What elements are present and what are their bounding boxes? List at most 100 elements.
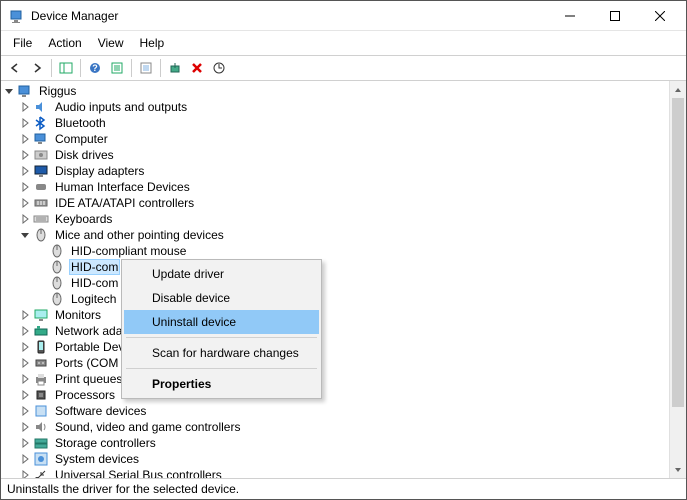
expand-collapse-icon[interactable] [17,387,33,403]
mouse-icon [49,275,65,291]
expand-collapse-icon[interactable] [17,211,33,227]
close-button[interactable] [637,1,682,30]
tree-node-label: Disk drives [53,148,116,162]
expand-collapse-icon[interactable] [17,451,33,467]
properties-button[interactable] [107,58,127,78]
expand-collapse-icon[interactable] [17,339,33,355]
audio-icon [33,99,49,115]
expand-collapse-icon[interactable] [17,195,33,211]
minimize-button[interactable] [547,1,592,30]
tree-node[interactable]: System devices [1,451,669,467]
expand-collapse-icon[interactable] [17,179,33,195]
enable-device-button[interactable] [165,58,185,78]
tree-leaf[interactable]: HID-com [1,259,669,275]
menu-view[interactable]: View [90,33,132,53]
tree-node[interactable]: Universal Serial Bus controllers [1,467,669,478]
uninstall-device-button[interactable] [187,58,207,78]
keyboard-icon [33,211,49,227]
expand-collapse-icon[interactable] [17,307,33,323]
context-menu-item[interactable]: Update driver [124,262,319,286]
sound-icon [33,419,49,435]
window-title: Device Manager [31,9,547,23]
tree-node[interactable]: Keyboards [1,211,669,227]
tree-node[interactable]: Mice and other pointing devices [1,227,669,243]
tree-root[interactable]: Riggus [1,83,669,99]
tree-node[interactable]: Monitors [1,307,669,323]
tree-node-label: IDE ATA/ATAPI controllers [53,196,196,210]
toolbar-separator [131,59,132,77]
expand-collapse-icon[interactable] [17,227,33,243]
tree-leaf-label: HID-com [69,276,120,290]
tree-node[interactable]: Human Interface Devices [1,179,669,195]
context-menu-item[interactable]: Scan for hardware changes [124,341,319,365]
maximize-button[interactable] [592,1,637,30]
menu-action[interactable]: Action [40,33,89,53]
scroll-down-button[interactable] [670,461,686,478]
tree-node[interactable]: Ports (COM & [1,355,669,371]
scrollbar-track[interactable] [670,98,686,461]
tree-leaf[interactable]: HID-com [1,275,669,291]
help-button[interactable]: ? [85,58,105,78]
tree-node[interactable]: Sound, video and game controllers [1,419,669,435]
context-menu-separator [126,337,317,338]
scroll-up-button[interactable] [670,81,686,98]
device-tree[interactable]: RiggusAudio inputs and outputsBluetoothC… [1,81,669,478]
expand-collapse-icon[interactable] [17,147,33,163]
tree-node[interactable]: Network ada [1,323,669,339]
expand-collapse-icon[interactable] [17,403,33,419]
tree-node-label: Storage controllers [53,436,158,450]
tree-node-label: Display adapters [53,164,146,178]
back-button[interactable] [5,58,25,78]
monitor-icon [33,307,49,323]
tree-node[interactable]: Audio inputs and outputs [1,99,669,115]
disk-icon [33,147,49,163]
tree-node-label: Sound, video and game controllers [53,420,242,434]
tree-node[interactable]: Portable Dev [1,339,669,355]
expand-collapse-icon[interactable] [17,371,33,387]
tree-node[interactable]: Processors [1,387,669,403]
context-menu-item[interactable]: Uninstall device [124,310,319,334]
tree-leaf[interactable]: HID-compliant mouse [1,243,669,259]
expand-collapse-icon[interactable] [17,419,33,435]
expand-collapse-icon[interactable] [17,355,33,371]
menu-help[interactable]: Help [132,33,173,53]
tree-node-label: System devices [53,452,141,466]
menu-file[interactable]: File [5,33,40,53]
tree-node[interactable]: Software devices [1,403,669,419]
context-menu-item[interactable]: Properties [124,372,319,396]
bluetooth-icon [33,115,49,131]
tree-node-label: Riggus [37,84,78,98]
tree-node[interactable]: Storage controllers [1,435,669,451]
tree-leaf-label: HID-compliant mouse [69,244,188,258]
expand-collapse-icon[interactable] [17,323,33,339]
cpu-icon [33,387,49,403]
show-hide-tree-button[interactable] [56,58,76,78]
app-icon [9,8,25,24]
tree-node-label: Ports (COM & [53,356,132,370]
tree-node[interactable]: IDE ATA/ATAPI controllers [1,195,669,211]
expand-collapse-icon[interactable] [17,115,33,131]
scan-hardware-button[interactable] [209,58,229,78]
menubar: File Action View Help [1,31,686,56]
printer-icon [33,371,49,387]
context-menu-item[interactable]: Disable device [124,286,319,310]
expand-collapse-icon[interactable] [17,467,33,478]
toolbar: ? [1,56,686,81]
update-driver-button[interactable] [136,58,156,78]
expand-collapse-icon[interactable] [1,83,17,99]
vertical-scrollbar[interactable] [669,81,686,478]
tree-node[interactable]: Disk drives [1,147,669,163]
tree-leaf[interactable]: Logitech [1,291,669,307]
expand-collapse-icon[interactable] [17,99,33,115]
expand-collapse-icon[interactable] [17,131,33,147]
forward-button[interactable] [27,58,47,78]
tree-node[interactable]: Display adapters [1,163,669,179]
mouse-icon [33,227,49,243]
tree-node[interactable]: Bluetooth [1,115,669,131]
mouse-icon [49,243,65,259]
tree-node[interactable]: Print queues [1,371,669,387]
scrollbar-thumb[interactable] [672,98,684,407]
expand-collapse-icon[interactable] [17,435,33,451]
expand-collapse-icon[interactable] [17,163,33,179]
tree-node[interactable]: Computer [1,131,669,147]
